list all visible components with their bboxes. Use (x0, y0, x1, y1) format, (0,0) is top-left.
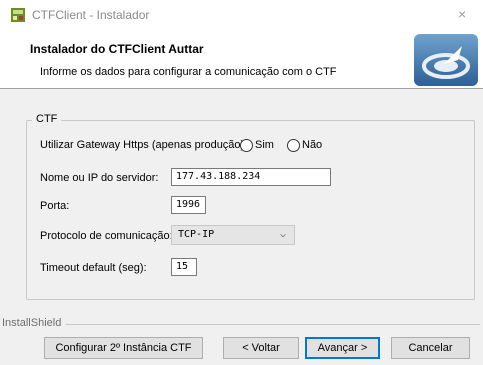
port-input[interactable]: 1996 (171, 196, 206, 214)
gateway-label: Utilizar Gateway Https (apenas produção)… (40, 139, 248, 151)
close-icon[interactable]: × (458, 6, 466, 22)
header-title: Instalador do CTFClient Auttar (30, 42, 204, 56)
gateway-no-radio[interactable] (287, 139, 300, 152)
port-label: Porta: (40, 200, 70, 212)
installshield-divider (66, 324, 480, 325)
server-input[interactable]: 177.43.188.234 (171, 168, 331, 186)
header-banner (0, 30, 483, 89)
window-title: CTFClient - Instalador (32, 8, 150, 22)
ctf-group-label: CTF (32, 113, 62, 125)
header-subtitle: Informe os dados para configurar a comun… (40, 66, 337, 78)
gateway-yes-radio[interactable] (240, 139, 253, 152)
next-button[interactable]: Avançar > (305, 337, 380, 359)
gateway-yes-label[interactable]: Sim (255, 139, 274, 151)
server-label: Nome ou IP do servidor: (40, 172, 159, 184)
protocol-label: Protocolo de comunicação: (40, 230, 173, 242)
cancel-button[interactable]: Cancelar (391, 337, 470, 359)
timeout-input[interactable]: 15 (171, 258, 197, 276)
gateway-no-label[interactable]: Não (302, 139, 322, 151)
protocol-select[interactable]: TCP-IP ⌵ (171, 225, 295, 245)
timeout-label: Timeout default (seg): (40, 262, 147, 274)
installshield-label: InstallShield (2, 317, 65, 329)
installer-logo-icon (414, 34, 478, 86)
protocol-value: TCP-IP (178, 229, 215, 240)
installer-app-icon (11, 8, 25, 22)
chevron-down-icon: ⌵ (279, 229, 286, 240)
back-button[interactable]: < Voltar (223, 337, 299, 359)
configure-second-instance-button[interactable]: Configurar 2º Instância CTF (44, 337, 203, 359)
